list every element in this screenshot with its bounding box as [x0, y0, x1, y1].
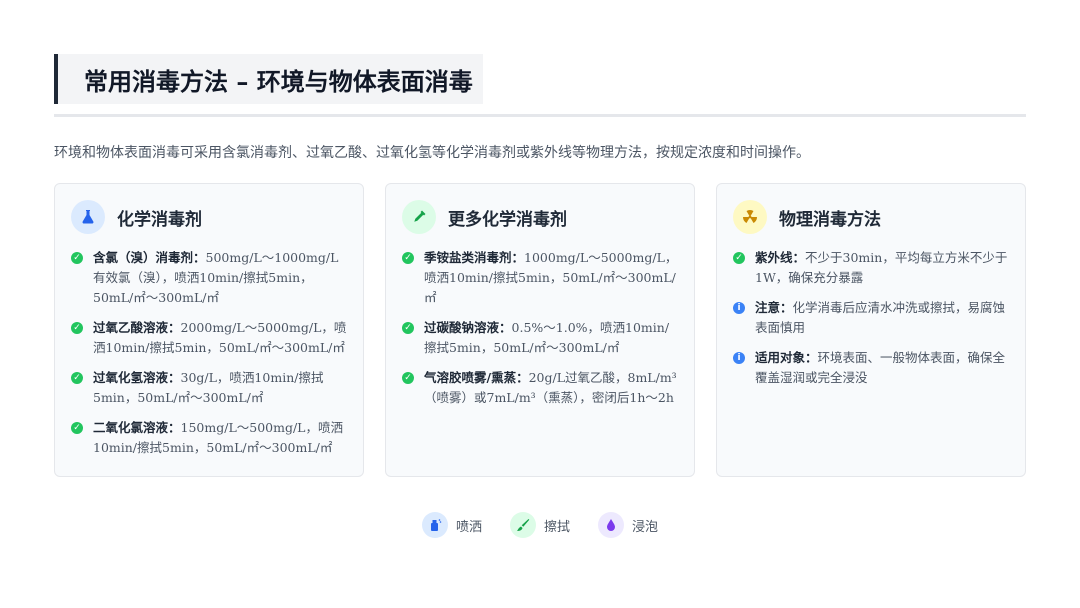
- legend-label: 喷洒: [455, 519, 482, 535]
- check-circle-icon: ✓: [402, 372, 414, 384]
- card-chemical-disinfectants: 化学消毒剂 ✓ 含氯（溴）消毒剂：500mg/L～1000mg/L有效氯（溴），…: [54, 183, 364, 477]
- legend-item-spray: 喷洒: [421, 512, 482, 538]
- info-circle-icon: i: [733, 352, 745, 364]
- legend-item-soak: 浸泡: [598, 512, 658, 538]
- legend: 喷洒 擦拭 浸泡: [0, 512, 1080, 538]
- card-title: 更多化学消毒剂: [448, 209, 567, 230]
- legend-label: 擦拭: [543, 519, 570, 535]
- check-circle-icon: ✓: [733, 252, 745, 264]
- list-item: i 注意：化学消毒后应清水冲洗或擦拭，易腐蚀表面慎用: [733, 298, 1009, 338]
- flask-icon: [71, 200, 105, 234]
- check-circle-icon: ✓: [402, 252, 414, 264]
- brush-icon: [509, 512, 536, 538]
- list-item: ✓ 过碳酸钠溶液：0.5%～1.0%，喷洒10min/擦拭5min，50mL/㎡…: [402, 318, 678, 358]
- check-circle-icon: ✓: [71, 422, 83, 434]
- card-physical-methods: 物理消毒方法 ✓ 紫外线：不少于30min，平均每立方米不少于1W，确保充分暴露…: [716, 183, 1026, 477]
- list-item: i 适用对象：环境表面、一般物体表面，确保全覆盖湿润或完全浸没: [733, 348, 1009, 388]
- card-title: 化学消毒剂: [117, 209, 202, 230]
- drop-icon: [598, 512, 624, 538]
- list-item: ✓ 二氧化氯溶液：150mg/L～500mg/L，喷洒10min/擦拭5min，…: [71, 418, 347, 458]
- intro-text: 环境和物体表面消毒可采用含氯消毒剂、过氧乙酸、过氧化氢等化学消毒剂或紫外线等物理…: [54, 145, 810, 161]
- title-box: 常用消毒方法 – 环境与物体表面消毒: [54, 54, 483, 104]
- check-circle-icon: ✓: [71, 322, 83, 334]
- card-title: 物理消毒方法: [779, 209, 881, 230]
- radiation-icon: [733, 200, 767, 234]
- check-circle-icon: ✓: [402, 322, 414, 334]
- card-more-chemical-disinfectants: 更多化学消毒剂 ✓ 季铵盐类消毒剂：1000mg/L～5000mg/L，喷洒10…: [385, 183, 695, 477]
- title-divider: [54, 114, 1026, 117]
- legend-label: 浸泡: [632, 519, 659, 535]
- check-circle-icon: ✓: [71, 252, 83, 264]
- list-item: ✓ 季铵盐类消毒剂：1000mg/L～5000mg/L，喷洒10min/擦拭5m…: [402, 248, 678, 308]
- info-circle-icon: i: [733, 302, 745, 314]
- list-item: ✓ 含氯（溴）消毒剂：500mg/L～1000mg/L有效氯（溴），喷洒10mi…: [71, 248, 347, 308]
- list-item: ✓ 气溶胶喷雾/熏蒸：20g/L过氧乙酸，8mL/m³（喷雾）或7mL/m³（熏…: [402, 368, 678, 408]
- check-circle-icon: ✓: [71, 372, 83, 384]
- spray-bottle-icon: [421, 512, 448, 538]
- dropper-icon: [402, 200, 436, 234]
- page-title: 常用消毒方法 – 环境与物体表面消毒: [84, 66, 473, 96]
- list-item: ✓ 紫外线：不少于30min，平均每立方米不少于1W，确保充分暴露: [733, 248, 1009, 288]
- list-item: ✓ 过氧乙酸溶液：2000mg/L～5000mg/L，喷洒10min/擦拭5mi…: [71, 318, 347, 358]
- legend-item-wipe: 擦拭: [509, 512, 570, 538]
- list-item: ✓ 过氧化氢溶液：30g/L，喷洒10min/擦拭5min，50mL/㎡～300…: [71, 368, 347, 408]
